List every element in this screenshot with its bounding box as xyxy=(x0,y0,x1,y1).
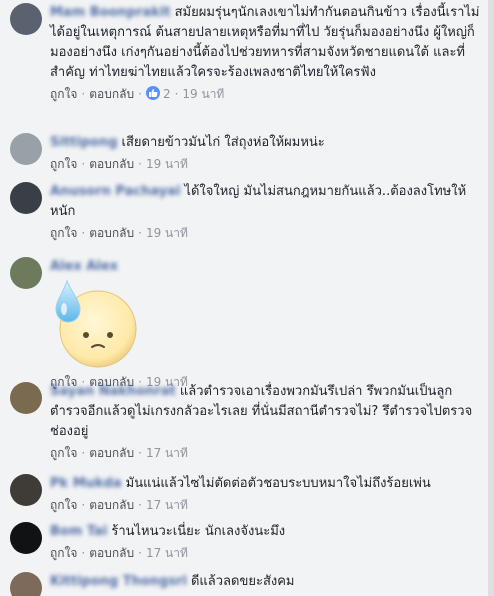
reply-button[interactable]: ตอบกลับ xyxy=(89,87,134,101)
avatar[interactable] xyxy=(10,474,42,506)
like-button[interactable]: ถูกใจ xyxy=(50,157,77,171)
comments-panel: Mam Boonprakit สมัยผมรุ่นๆนักเลงเขาไม่ทำก… xyxy=(0,0,488,596)
comment-actions: ถูกใจ · ตอบกลับ · 19 นาที xyxy=(50,224,480,242)
avatar[interactable] xyxy=(10,382,42,414)
comment-body: Sayan Nakhonrat แล้วตำรวจเอาเรื่องพวกมันร… xyxy=(50,382,480,462)
avatar-image xyxy=(10,133,42,165)
comment-actions: ถูกใจ · ตอบกลับ · 17 นาที xyxy=(50,496,480,514)
scroll-edge xyxy=(488,0,494,596)
comment-author[interactable]: Pk Mukda xyxy=(50,476,122,491)
separator: · xyxy=(81,446,86,460)
comment-text-block: Anusorn Pachayai ได้ใจใหญ่ มันไม่สนกฎหมาย… xyxy=(50,182,480,222)
avatar-image xyxy=(10,257,42,289)
comment-actions: ถูกใจ · ตอบกลับ · 17 นาที xyxy=(50,544,480,562)
sweat-face-icon xyxy=(55,279,137,368)
avatar-image xyxy=(10,522,42,554)
comment-text-block: Bom Tai ร้านไหนวะเนี่ยะ นักเลงจังนะมึง xyxy=(50,522,480,542)
comment-body: Kittipong Thongsri ดีแล้วลดขยะสังคม xyxy=(50,572,480,592)
like-count[interactable]: 2 xyxy=(163,87,171,101)
separator: · xyxy=(138,157,142,171)
comment-text: มันแน่แล้วไซไม่ตัดต่อตัวชอบระบบหมาใจไม่ถ… xyxy=(125,476,431,491)
avatar-image xyxy=(10,474,42,506)
comment-text: เสียดายข้าวมันไก่ ใส่ถุงห่อให้ผมหน่ะ xyxy=(121,135,325,150)
avatar[interactable] xyxy=(10,3,42,35)
reply-button[interactable]: ตอบกลับ xyxy=(89,546,134,560)
comment-author[interactable]: Mam Boonprakit xyxy=(50,5,171,20)
comment-timestamp[interactable]: 17 นาที xyxy=(146,498,188,512)
avatar-image xyxy=(10,3,42,35)
comment-text-block: Sayan Nakhonrat แล้วตำรวจเอาเรื่องพวกมันร… xyxy=(50,382,480,442)
like-button[interactable]: ถูกใจ xyxy=(50,498,77,512)
comment-author[interactable]: Sittipong xyxy=(50,135,118,150)
reply-button[interactable]: ตอบกลับ xyxy=(89,446,134,460)
avatar[interactable] xyxy=(10,257,42,289)
comment-author[interactable]: Kittipong Thongsri xyxy=(50,574,187,589)
avatar[interactable] xyxy=(10,522,42,554)
comment-text-block: Sittipong เสียดายข้าวมันไก่ ใส่ถุงห่อให้ผ… xyxy=(50,133,480,153)
separator: · xyxy=(138,498,142,512)
comment-timestamp[interactable]: 17 นาที xyxy=(146,446,188,460)
comment-author[interactable]: Bom Tai xyxy=(50,524,107,539)
comment-author[interactable]: Anusorn Pachayai xyxy=(50,184,180,199)
comment-text-block: Pk Mukda มันแน่แล้วไซไม่ตัดต่อตัวชอบระบบห… xyxy=(50,474,480,494)
separator: · xyxy=(81,546,86,560)
comment-text-block: Mam Boonprakit สมัยผมรุ่นๆนักเลงเขาไม่ทำก… xyxy=(50,3,480,83)
separator: · xyxy=(81,157,86,171)
comment-actions: ถูกใจ · ตอบกลับ · 17 นาที xyxy=(50,444,480,462)
comment-actions: ถูกใจ · ตอบกลับ · 2 · 19 นาที xyxy=(50,85,480,103)
separator: · xyxy=(81,226,86,240)
comment-text-block: Kittipong Thongsri ดีแล้วลดขยะสังคม xyxy=(50,572,480,592)
like-button[interactable]: ถูกใจ xyxy=(50,226,77,240)
separator: · xyxy=(138,87,142,101)
like-icon xyxy=(145,86,160,100)
comment-body: Bom Tai ร้านไหนวะเนี่ยะ นักเลงจังนะมึง ถู… xyxy=(50,522,480,562)
comment-timestamp[interactable]: 19 นาที xyxy=(146,157,188,171)
avatar[interactable] xyxy=(10,133,42,165)
like-button[interactable]: ถูกใจ xyxy=(50,87,77,101)
avatar-image xyxy=(10,382,42,414)
comment-actions: ถูกใจ · ตอบกลับ · 19 นาที xyxy=(50,155,480,173)
avatar[interactable] xyxy=(10,572,42,596)
comment-timestamp[interactable]: 17 นาที xyxy=(146,546,188,560)
separator: · xyxy=(138,226,142,240)
avatar-image xyxy=(10,182,42,214)
reply-button[interactable]: ตอบกลับ xyxy=(89,157,134,171)
separator: · xyxy=(174,87,179,101)
comment-body: Sittipong เสียดายข้าวมันไก่ ใส่ถุงห่อให้ผ… xyxy=(50,133,480,173)
comment-author[interactable]: Alex Alex xyxy=(50,259,118,274)
comment-timestamp[interactable]: 19 นาที xyxy=(182,87,224,101)
comment-author[interactable]: Sayan Nakhonrat xyxy=(50,384,176,399)
separator: · xyxy=(81,498,86,512)
like-button[interactable]: ถูกใจ xyxy=(50,446,77,460)
comment-body: Mam Boonprakit สมัยผมรุ่นๆนักเลงเขาไม่ทำก… xyxy=(50,3,480,103)
avatar[interactable] xyxy=(10,182,42,214)
like-button[interactable]: ถูกใจ xyxy=(50,546,77,560)
comment-body: Alex Alex ถูกใจ · ตอบกลับ · 19 นาที xyxy=(50,257,480,391)
sweat-face-sticker[interactable] xyxy=(50,279,142,371)
separator: · xyxy=(138,446,142,460)
comment-text-block: Alex Alex xyxy=(50,257,480,277)
separator: · xyxy=(138,546,142,560)
comment-body: Pk Mukda มันแน่แล้วไซไม่ตัดต่อตัวชอบระบบห… xyxy=(50,474,480,514)
comment-body: Anusorn Pachayai ได้ใจใหญ่ มันไม่สนกฎหมาย… xyxy=(50,182,480,242)
avatar-image xyxy=(10,572,42,596)
separator: · xyxy=(81,87,86,101)
comment-text: ร้านไหนวะเนี่ยะ นักเลงจังนะมึง xyxy=(111,524,286,539)
comment-timestamp[interactable]: 19 นาที xyxy=(146,226,188,240)
comment-text: ดีแล้วลดขยะสังคม xyxy=(190,574,295,589)
reply-button[interactable]: ตอบกลับ xyxy=(89,498,134,512)
reply-button[interactable]: ตอบกลับ xyxy=(89,226,134,240)
